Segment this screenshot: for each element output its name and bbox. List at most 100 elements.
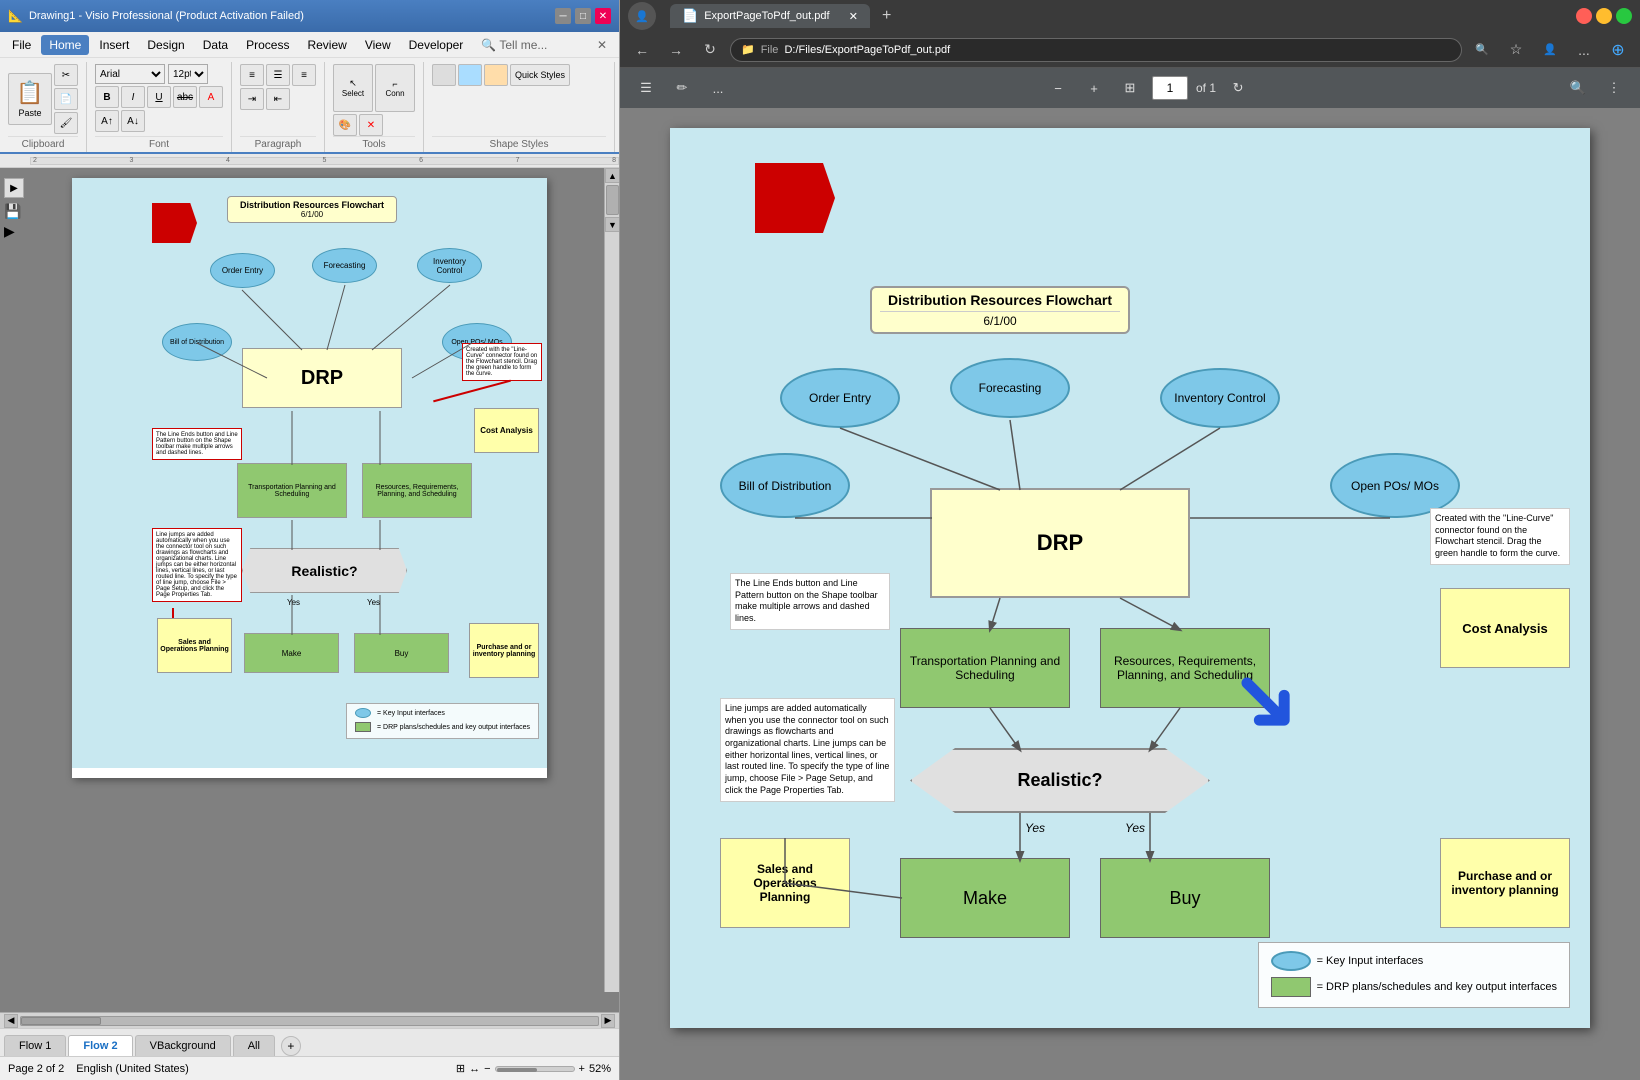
delete-button[interactable]: ✕ <box>359 114 383 136</box>
quick-action-button[interactable]: ▶ <box>4 223 24 243</box>
align-left-button[interactable]: ≡ <box>240 64 264 86</box>
indent-button[interactable]: ⇥ <box>240 88 264 110</box>
zoom-in-button[interactable]: + <box>579 1063 585 1075</box>
forward-button[interactable]: → <box>662 38 690 62</box>
pdf-content-area[interactable]: Distribution Resources Flowchart 6/1/00 … <box>620 108 1640 1080</box>
scroll-left-button[interactable]: ◀ <box>4 1014 18 1028</box>
outdent-button[interactable]: ⇤ <box>266 88 290 110</box>
connector-tool-button[interactable]: ⌐Conn <box>375 64 415 112</box>
align-right-button[interactable]: ≡ <box>292 64 316 86</box>
bookmark-button[interactable]: ☆ <box>1502 38 1530 62</box>
horizontal-scrollbar[interactable]: ◀ ▶ <box>0 1012 619 1028</box>
menu-process[interactable]: Process <box>238 35 297 55</box>
more-browser-button[interactable]: ... <box>1570 38 1598 62</box>
browser-maximize-button[interactable] <box>1616 8 1632 24</box>
zoom-slider[interactable] <box>495 1066 575 1072</box>
decrease-font-button[interactable]: A↓ <box>121 110 145 132</box>
page-number-input[interactable] <box>1152 76 1188 100</box>
paste-button[interactable]: 📋 Paste <box>8 73 52 125</box>
pdf-title-text: Distribution Resources Flowchart <box>880 292 1120 308</box>
menu-home[interactable]: Home <box>41 35 89 55</box>
add-page-button[interactable]: + <box>281 1036 301 1056</box>
italic-button[interactable]: I <box>121 86 145 108</box>
cut-button[interactable]: ✂ <box>54 64 78 86</box>
profile-button[interactable]: 👤 <box>1536 38 1564 62</box>
scroll-right-button[interactable]: ▶ <box>601 1014 615 1028</box>
pdf-yes1: Yes <box>1025 821 1045 835</box>
menu-review[interactable]: Review <box>299 35 354 55</box>
underline-button[interactable]: U <box>147 86 171 108</box>
flow1-tab[interactable]: Flow 1 <box>4 1035 66 1056</box>
more-tools-button[interactable]: ... <box>704 74 732 102</box>
draw-tool-button[interactable]: ✏ <box>668 74 696 102</box>
visio-close-button[interactable]: ✕ <box>595 8 611 24</box>
scroll-down-button[interactable]: ▼ <box>605 217 619 232</box>
menu-design[interactable]: Design <box>139 35 192 55</box>
refresh-button[interactable]: ↻ <box>696 38 724 62</box>
pdf-drp-label: DRP <box>1037 530 1083 556</box>
increase-font-button[interactable]: A↑ <box>95 110 119 132</box>
expand-panel-button[interactable]: ▶ <box>4 178 24 198</box>
pdf-legend: = Key Input interfaces = DRP plans/sched… <box>1258 942 1570 1008</box>
scroll-h-thumb[interactable] <box>21 1017 101 1025</box>
pdf-browser-tab[interactable]: 📄 ExportPageToPdf_out.pdf ✕ <box>670 4 870 28</box>
zoom-out-pdf-button[interactable]: − <box>1044 74 1072 102</box>
zoom-level: 52% <box>589 1063 611 1075</box>
menu-developer[interactable]: Developer <box>401 35 472 55</box>
fit-page-button[interactable]: ⊞ <box>456 1062 465 1075</box>
copy-button[interactable]: 📄 <box>54 88 78 110</box>
rotate-pdf-button[interactable]: ↻ <box>1224 74 1252 102</box>
bold-button[interactable]: B <box>95 86 119 108</box>
menu-data[interactable]: Data <box>195 35 236 55</box>
menu-file[interactable]: File <box>4 35 39 55</box>
pointer-tool-button[interactable]: ↖Select <box>333 64 373 112</box>
shape-style-2[interactable] <box>458 64 482 86</box>
visio-maximize-button[interactable]: □ <box>575 8 591 24</box>
shape-style-3[interactable] <box>484 64 508 86</box>
vbackground-tab[interactable]: VBackground <box>135 1035 231 1056</box>
zoom-out-button[interactable]: − <box>484 1063 490 1075</box>
new-tab-button[interactable]: + <box>872 3 901 29</box>
browser-profile-icon[interactable]: 👤 <box>628 2 656 30</box>
visio-legend: = Key Input interfaces = DRP plans/sched… <box>346 703 539 739</box>
menu-view[interactable]: View <box>357 35 399 55</box>
all-tab[interactable]: All <box>233 1035 275 1056</box>
visio-minimize-button[interactable]: ─ <box>555 8 571 24</box>
visio-canvas[interactable]: ▶ 💾 ▶ Distribution Resources Flowchart 6… <box>0 168 619 1012</box>
font-color-button[interactable]: A <box>199 86 223 108</box>
fit-width-button[interactable]: ↔ <box>469 1063 480 1075</box>
back-button[interactable]: ← <box>628 38 656 62</box>
align-center-button[interactable]: ☰ <box>266 64 290 86</box>
pdf-tab-close-icon[interactable]: ✕ <box>849 10 858 23</box>
vertical-scrollbar[interactable]: ▲ ▼ <box>604 168 619 992</box>
zoom-browser-button[interactable]: 🔍 <box>1468 38 1496 62</box>
browser-close-button[interactable] <box>1576 8 1592 24</box>
menu-close-x[interactable]: ✕ <box>589 35 615 55</box>
zoom-in-pdf-button[interactable]: + <box>1080 74 1108 102</box>
pdf-callout-jumps-text: Line jumps are added automatically when … <box>725 703 889 795</box>
font-selector[interactable]: Arial <box>95 64 165 84</box>
zoom-thumb[interactable] <box>497 1068 537 1072</box>
fit-pdf-button[interactable]: ⊞ <box>1116 74 1144 102</box>
flow2-tab[interactable]: Flow 2 <box>68 1035 132 1056</box>
extensions-button[interactable]: ⊕ <box>1604 38 1632 62</box>
browser-minimize-button[interactable] <box>1596 8 1612 24</box>
page-tabs: Flow 1 Flow 2 VBackground All + <box>0 1028 619 1056</box>
scroll-up-button[interactable]: ▲ <box>605 168 619 183</box>
menu-insert[interactable]: Insert <box>91 35 137 55</box>
toggle-sidebar-button[interactable]: ☰ <box>632 74 660 102</box>
more-pdf-button[interactable]: ⋮ <box>1600 74 1628 102</box>
search-pdf-button[interactable]: 🔍 <box>1564 74 1592 102</box>
format-shape-button[interactable]: 🎨 <box>333 114 357 136</box>
scroll-thumb[interactable] <box>606 185 619 215</box>
url-bar[interactable]: 📁 File D:/Files/ExportPageToPdf_out.pdf <box>730 38 1462 62</box>
scroll-track[interactable] <box>20 1016 599 1026</box>
menu-tell-me[interactable]: 🔍 Tell me... <box>473 35 555 55</box>
font-size-selector[interactable]: 12pt. <box>168 64 208 84</box>
shape-style-1[interactable] <box>432 64 456 86</box>
pdf-flowchart-content: Distribution Resources Flowchart 6/1/00 … <box>670 128 1590 1028</box>
quick-save-button[interactable]: 💾 <box>4 203 24 223</box>
quick-styles-button[interactable]: Quick Styles <box>510 64 570 86</box>
format-painter-button[interactable]: 🖌 <box>54 112 78 134</box>
strikethrough-button[interactable]: abc <box>173 86 197 108</box>
